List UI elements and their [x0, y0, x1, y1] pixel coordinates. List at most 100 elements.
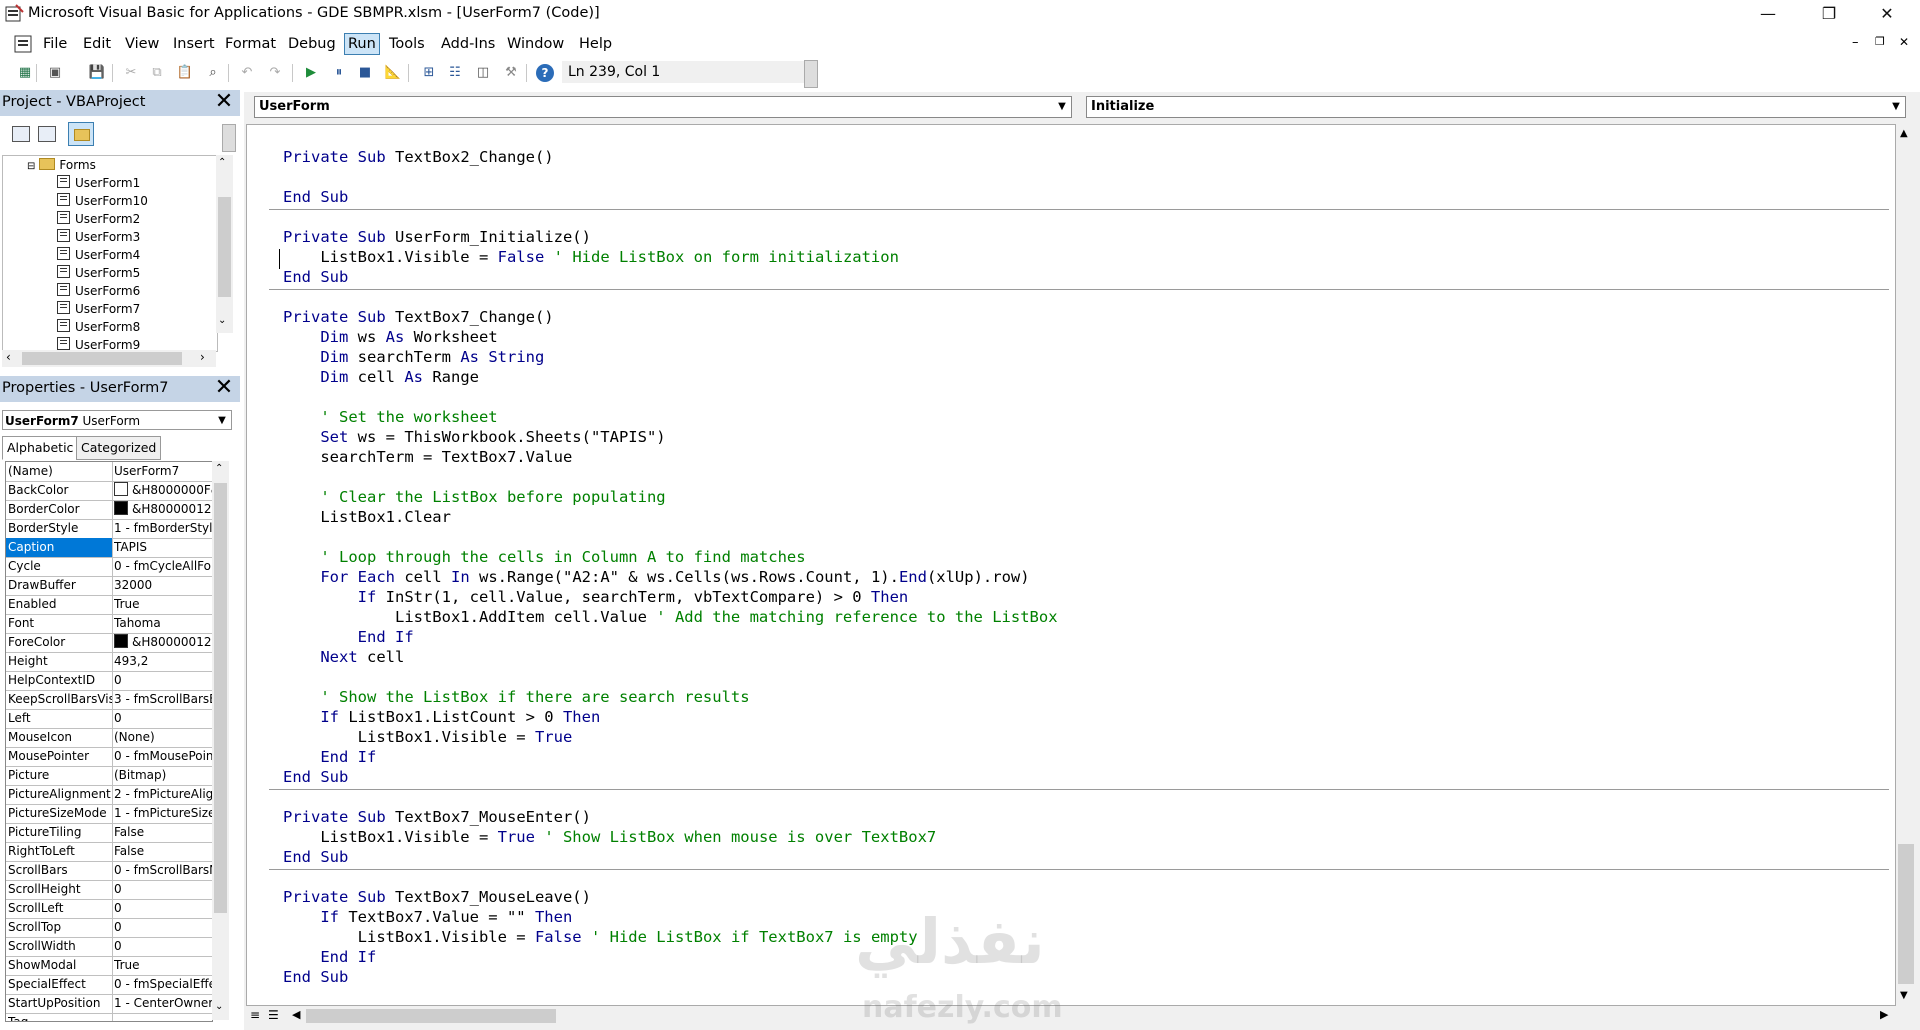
property-row[interactable]: Left 0: [6, 709, 212, 729]
property-row[interactable]: ScrollTop 0: [6, 918, 212, 938]
tree-item-userform8[interactable]: UserForm8: [57, 318, 140, 336]
code-line[interactable]: ListBox1.Visible = False ' Hide ListBox …: [283, 247, 899, 267]
menu-insert[interactable]: Insert: [170, 34, 218, 54]
project-close-icon[interactable]: ✕: [213, 91, 235, 114]
property-value[interactable]: (None): [114, 728, 212, 747]
code-line[interactable]: ListBox1.AddItem cell.Value ' Add the ma…: [283, 607, 1058, 627]
code-line[interactable]: If TextBox7.Value = "" Then: [283, 907, 572, 927]
menu-file[interactable]: File: [40, 34, 70, 54]
property-value[interactable]: 0: [114, 709, 212, 728]
property-value[interactable]: 3 - fmScrollBarsBoth: [114, 690, 212, 709]
property-value[interactable]: 2 - fmPictureAlignmentCenter: [114, 785, 212, 804]
project-toolbar-overflow[interactable]: [222, 124, 236, 152]
code-window-icon[interactable]: [14, 35, 32, 53]
property-value[interactable]: 1 - fmBorderStyleSingle: [114, 519, 212, 538]
tab-categorized[interactable]: Categorized: [76, 436, 162, 460]
project-tree-hscrollbar[interactable]: ‹ ›: [2, 350, 216, 367]
property-value[interactable]: False: [114, 823, 212, 842]
menu-run[interactable]: Run: [344, 33, 380, 55]
property-value[interactable]: True: [114, 595, 212, 614]
code-line[interactable]: End If: [283, 947, 376, 967]
property-value[interactable]: &H80000012&: [114, 500, 212, 519]
code-line[interactable]: ListBox1.Visible = True: [283, 727, 573, 747]
excel-icon[interactable]: ▦: [16, 64, 34, 82]
properties-close-icon[interactable]: ✕: [213, 377, 235, 400]
project-explorer-icon[interactable]: ⊞: [420, 64, 438, 82]
code-editor[interactable]: Private Sub TextBox2_Change() End Sub Priv…: [246, 124, 1896, 1006]
view-object-icon[interactable]: [38, 126, 56, 142]
property-row[interactable]: PictureSizeMode 1 - fmPictureSizeModeStre…: [6, 804, 212, 824]
property-row[interactable]: ScrollBars 0 - fmScrollBarsNone: [6, 861, 212, 881]
minimize-button[interactable]: —: [1745, 0, 1791, 30]
redo-icon[interactable]: ↷: [266, 64, 284, 82]
mdi-close-button[interactable]: ✕: [1899, 35, 1909, 49]
scroll-down-icon[interactable]: ▼: [1900, 990, 1908, 1001]
property-row[interactable]: ScrollLeft 0: [6, 899, 212, 919]
code-line[interactable]: End Sub: [283, 187, 348, 207]
tree-item-userform4[interactable]: UserForm4: [57, 246, 140, 264]
break-icon[interactable]: ⏸: [330, 64, 348, 82]
code-line[interactable]: Private Sub TextBox7_MouseEnter(): [283, 807, 591, 827]
scroll-down-icon[interactable]: ⌄: [215, 1001, 223, 1012]
chevron-down-icon[interactable]: ▼: [1055, 100, 1069, 114]
code-line[interactable]: End Sub: [283, 847, 348, 867]
code-line[interactable]: Private Sub TextBox7_Change(): [283, 307, 554, 327]
menu-edit[interactable]: Edit: [80, 34, 114, 54]
code-line[interactable]: searchTerm = TextBox7.Value: [283, 447, 572, 467]
code-line[interactable]: Private Sub UserForm_Initialize(): [283, 227, 591, 247]
property-row[interactable]: SpecialEffect 0 - fmSpecialEffectFlat: [6, 975, 212, 995]
property-row[interactable]: Cycle 0 - fmCycleAllForms: [6, 557, 212, 577]
design-mode-icon[interactable]: 📐: [384, 64, 402, 82]
object-browser-icon[interactable]: ◫: [474, 64, 492, 82]
full-module-view-icon[interactable]: ☰: [268, 1008, 279, 1022]
property-row[interactable]: ForeColor &H80000012&: [6, 633, 212, 653]
scroll-up-icon[interactable]: ▲: [1900, 128, 1908, 139]
property-row[interactable]: Height 493,2: [6, 652, 212, 672]
save-icon[interactable]: 💾: [88, 64, 106, 82]
property-row[interactable]: BorderColor &H80000012&: [6, 500, 212, 520]
mdi-restore-button[interactable]: ❐: [1875, 35, 1885, 48]
property-value[interactable]: 0 - fmSpecialEffectFlat: [114, 975, 212, 994]
procedure-view-icon[interactable]: ≡: [250, 1008, 260, 1022]
property-value[interactable]: Tahoma: [114, 614, 212, 633]
property-row[interactable]: DrawBuffer 32000: [6, 576, 212, 596]
property-row[interactable]: Tag: [6, 1013, 212, 1021]
scroll-thumb[interactable]: [1898, 844, 1914, 984]
tree-item-userform7[interactable]: UserForm7: [57, 300, 140, 318]
property-value[interactable]: 1 - fmPictureSizeModeStretch: [114, 804, 212, 823]
restore-button[interactable]: ❐: [1806, 0, 1852, 30]
property-value[interactable]: True: [114, 956, 212, 975]
property-value[interactable]: False: [114, 842, 212, 861]
code-line[interactable]: ListBox1.Visible = True ' Show ListBox w…: [283, 827, 936, 847]
code-line[interactable]: ' Clear the ListBox before populating: [283, 487, 665, 507]
code-line[interactable]: ' Show the ListBox if there are search r…: [283, 687, 749, 707]
copy-icon[interactable]: ⧉: [148, 64, 166, 82]
code-vscrollbar[interactable]: ▲ ▼: [1896, 124, 1916, 1006]
code-line[interactable]: If ListBox1.ListCount > 0 Then: [283, 707, 600, 727]
menu-help[interactable]: Help: [576, 34, 615, 54]
scroll-thumb[interactable]: [218, 197, 231, 297]
property-row[interactable]: ShowModal True: [6, 956, 212, 976]
menu-window[interactable]: Window: [504, 34, 567, 54]
property-row[interactable]: MousePointer 0 - fmMousePointerDefault: [6, 747, 212, 767]
object-combo[interactable]: UserForm ▼: [254, 96, 1072, 118]
property-value[interactable]: 32000: [114, 576, 212, 595]
scroll-thumb[interactable]: [214, 483, 227, 913]
scroll-left-icon[interactable]: ‹: [6, 350, 11, 364]
code-line[interactable]: End Sub: [283, 267, 348, 287]
code-line[interactable]: End If: [283, 627, 414, 647]
property-row[interactable]: BorderStyle 1 - fmBorderStyleSingle: [6, 519, 212, 539]
code-line[interactable]: Private Sub TextBox2_Change(): [283, 147, 554, 167]
toolbar-overflow[interactable]: [804, 60, 818, 88]
property-row[interactable]: ScrollWidth 0: [6, 937, 212, 957]
scroll-left-icon[interactable]: ◀: [292, 1008, 300, 1021]
property-row[interactable]: MouseIcon (None): [6, 728, 212, 748]
code-line[interactable]: Next cell: [283, 647, 404, 667]
scroll-right-icon[interactable]: ›: [200, 350, 205, 364]
tree-item-userform6[interactable]: UserForm6: [57, 282, 140, 300]
property-row[interactable]: HelpContextID 0: [6, 671, 212, 691]
property-value[interactable]: TAPIS: [114, 538, 212, 557]
properties-icon[interactable]: ☷: [446, 64, 464, 82]
tree-item-userform10[interactable]: UserForm10: [57, 192, 148, 210]
tree-item-userform3[interactable]: UserForm3: [57, 228, 140, 246]
